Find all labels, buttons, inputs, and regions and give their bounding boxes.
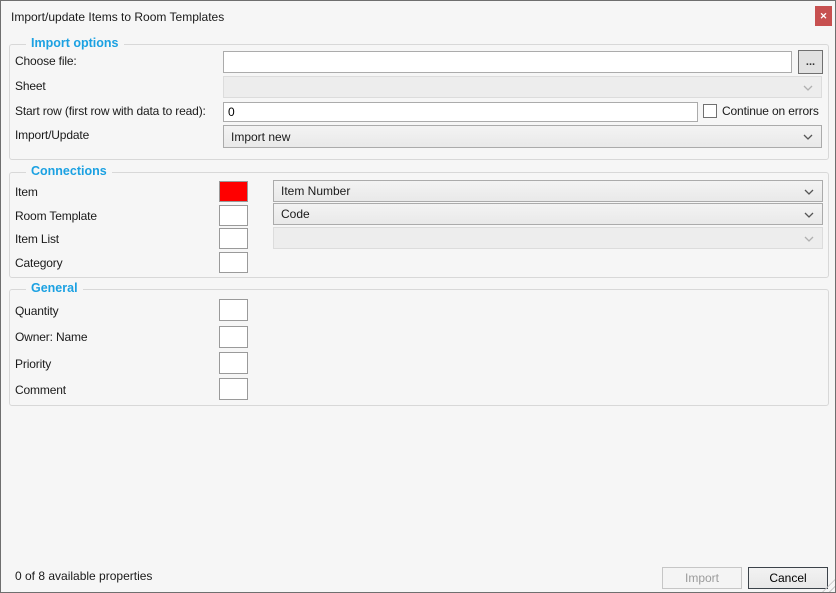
item-list-label: Item List xyxy=(15,232,59,246)
chevron-down-icon xyxy=(803,134,813,140)
import-update-combo-value: Import new xyxy=(231,130,290,144)
owner-name-color-swatch[interactable] xyxy=(219,326,248,348)
item-list-combo xyxy=(273,227,823,249)
chevron-down-icon xyxy=(803,85,813,91)
window-title: Import/update Items to Room Templates xyxy=(11,10,224,24)
close-button[interactable]: ✕ xyxy=(815,6,832,26)
group-general-title: General xyxy=(26,281,83,295)
item-color-swatch[interactable] xyxy=(219,181,248,202)
quantity-label: Quantity xyxy=(15,304,59,318)
import-update-label: Import/Update xyxy=(15,128,89,142)
import-update-combo[interactable]: Import new xyxy=(223,125,822,148)
chevron-down-icon xyxy=(804,212,814,218)
room-template-color-swatch[interactable] xyxy=(219,205,248,226)
sheet-label: Sheet xyxy=(15,79,46,93)
category-label: Category xyxy=(15,256,63,270)
start-row-label: Start row (first row with data to read): xyxy=(15,104,206,118)
quantity-color-swatch[interactable] xyxy=(219,299,248,321)
status-text: 0 of 8 available properties xyxy=(15,569,152,583)
sheet-combo xyxy=(223,76,822,98)
room-template-combo-value: Code xyxy=(281,207,310,221)
group-import-options-title: Import options xyxy=(26,36,124,50)
import-button: Import xyxy=(662,567,742,589)
close-icon: ✕ xyxy=(820,11,828,22)
continue-on-errors-label: Continue on errors xyxy=(722,104,819,118)
chevron-down-icon xyxy=(804,189,814,195)
priority-label: Priority xyxy=(15,357,51,371)
priority-color-swatch[interactable] xyxy=(219,352,248,374)
owner-name-label: Owner: Name xyxy=(15,330,87,344)
item-label: Item xyxy=(15,185,38,199)
chevron-down-icon xyxy=(804,236,814,242)
room-template-combo[interactable]: Code xyxy=(273,203,823,225)
group-general: General xyxy=(9,289,829,406)
item-list-color-swatch[interactable] xyxy=(219,228,248,249)
comment-color-swatch[interactable] xyxy=(219,378,248,400)
category-color-swatch[interactable] xyxy=(219,252,248,273)
title-bar: Import/update Items to Room Templates ✕ xyxy=(1,1,835,33)
continue-on-errors-checkbox[interactable] xyxy=(703,104,717,118)
choose-file-input[interactable] xyxy=(223,51,792,73)
browse-button[interactable]: ... xyxy=(798,50,823,74)
choose-file-label: Choose file: xyxy=(15,54,77,68)
comment-label: Comment xyxy=(15,383,66,397)
item-combo[interactable]: Item Number xyxy=(273,180,823,202)
dialog-window: Import/update Items to Room Templates ✕ … xyxy=(0,0,836,593)
group-connections-title: Connections xyxy=(26,164,112,178)
room-template-label: Room Template xyxy=(15,209,97,223)
cancel-button[interactable]: Cancel xyxy=(748,567,828,589)
item-combo-value: Item Number xyxy=(281,184,350,198)
start-row-input[interactable] xyxy=(223,102,698,122)
